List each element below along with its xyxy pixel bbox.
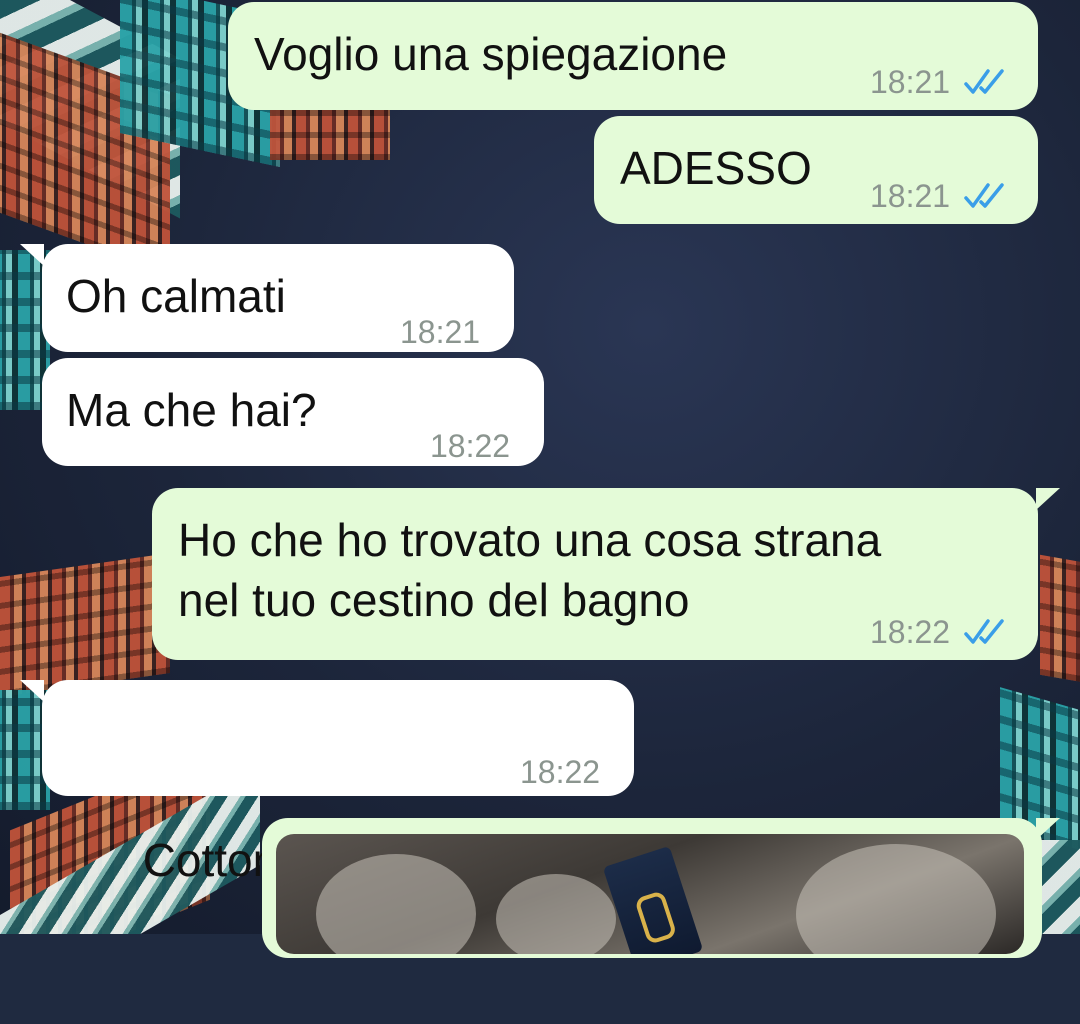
message-time: 18:22 <box>520 754 601 790</box>
double-check-icon <box>964 68 1010 96</box>
message-meta: 18:22 <box>870 602 1010 662</box>
message-time: 18:21 <box>870 178 951 214</box>
message-image[interactable] <box>276 834 1024 954</box>
chat-thread[interactable]: Voglio una spiegazione 18:21 ADESSO 18:2… <box>0 0 1080 958</box>
image-detail <box>316 854 476 954</box>
message-time: 18:21 <box>870 64 951 100</box>
message-meta: 18:21 <box>870 166 1010 226</box>
image-detail <box>796 844 996 954</box>
message-bubble-incoming[interactable]: Oh calmati 18:21 <box>42 244 514 352</box>
double-check-icon <box>964 618 1010 646</box>
bubble-tail <box>1036 488 1060 510</box>
message-text: Voglio una spiegazione <box>254 28 728 80</box>
message-time: 18:21 <box>400 314 481 350</box>
message-time: 18:22 <box>430 428 511 464</box>
bubble-tail <box>20 244 44 266</box>
message-bubble-incoming[interactable]: Cotton fioc? 18:22 <box>42 680 634 888</box>
image-detail <box>602 845 704 954</box>
bubble-tail <box>20 680 44 702</box>
message-bubble-incoming[interactable]: Ma che hai? 18:22 <box>42 358 544 466</box>
message-text: Oh calmati <box>66 270 286 322</box>
message-time: 18:22 <box>870 614 951 650</box>
message-text: ADESSO <box>620 142 812 194</box>
message-bubble-outgoing[interactable]: Ho che ho trovato una cosa strana nel tu… <box>152 488 1038 660</box>
message-bubble-outgoing[interactable]: Voglio una spiegazione 18:21 <box>228 2 1038 110</box>
double-check-icon <box>964 182 1010 210</box>
image-detail <box>496 874 616 954</box>
message-meta: 18:21 <box>870 52 1010 112</box>
message-text: Ho che ho trovato una cosa strana nel tu… <box>178 514 882 626</box>
message-bubble-outgoing[interactable]: ADESSO 18:21 <box>594 116 1038 224</box>
message-text: Ma che hai? <box>66 384 317 436</box>
